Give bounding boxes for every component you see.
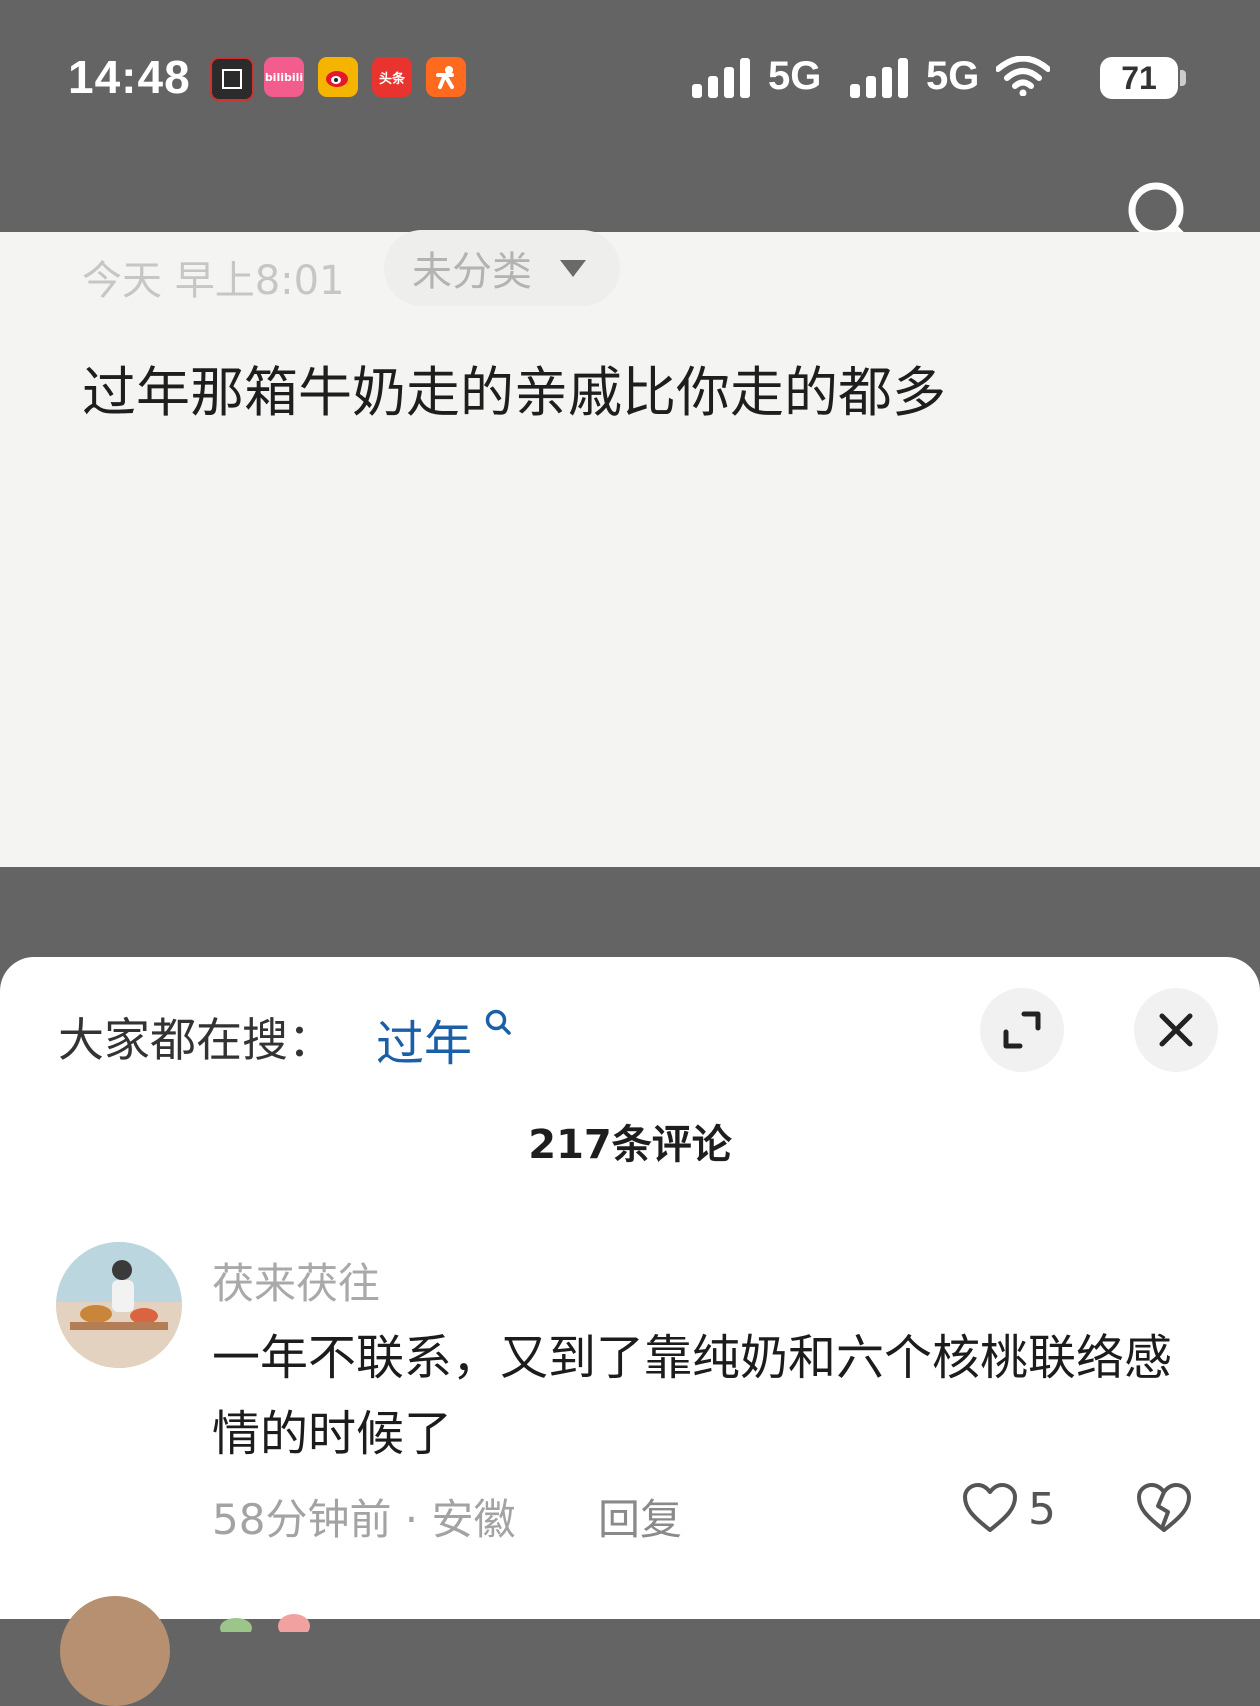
avatar[interactable] [56,1242,182,1368]
reply-button[interactable]: 回复 [598,1486,682,1547]
search-small-icon [485,1009,511,1035]
expand-icon [1003,1011,1041,1049]
hot-search-label: 大家都在搜： [58,1013,334,1067]
comment-username[interactable]: 茯来茯往 [212,1250,380,1311]
battery-tip [1180,70,1186,86]
hot-search-keyword[interactable]: 过年 [376,1004,472,1074]
expand-button[interactable] [980,988,1064,1072]
app-icon-5 [426,57,466,97]
bilibili-icon: bilibili [264,57,304,97]
network-type-2: 5G [926,54,980,98]
network-type-1: 5G [768,54,822,98]
category-label: 未分类 [412,249,532,295]
category-dropdown[interactable]: 未分类 [384,230,620,306]
comment-count: 217条评论 [528,1122,732,1168]
heart-icon[interactable] [962,1482,1018,1534]
comment-text: 一年不联系，又到了靠纯奶和六个核桃联络感情的时候了 [212,1330,1173,1462]
note-panel [0,232,1260,867]
note-content: 过年那箱牛奶走的亲戚比你走的都多 [82,361,946,424]
avatar[interactable] [60,1596,170,1706]
signal-icon-2 [850,58,908,98]
toutiao-icon: 头条 [372,57,412,97]
battery-indicator: 71 [1100,57,1178,99]
like-count: 5 [1028,1484,1056,1535]
caret-down-icon [560,259,586,277]
close-button[interactable] [1134,988,1218,1072]
wifi-icon [996,56,1050,96]
note-date: 今天 早上8:01 [82,258,345,304]
emoji-icon [220,1614,310,1632]
signal-icon-1 [692,58,750,98]
comment-meta: 58分钟前 · 安徽 [212,1495,516,1544]
status-bar: 14:48 bilibili 头条 5G 5G 71 [0,0,1260,160]
close-icon [1159,1013,1193,1047]
broken-heart-icon[interactable] [1136,1482,1192,1534]
status-time: 14:48 [68,51,191,103]
app-icon-1 [210,57,254,101]
weibo-icon [318,57,358,97]
